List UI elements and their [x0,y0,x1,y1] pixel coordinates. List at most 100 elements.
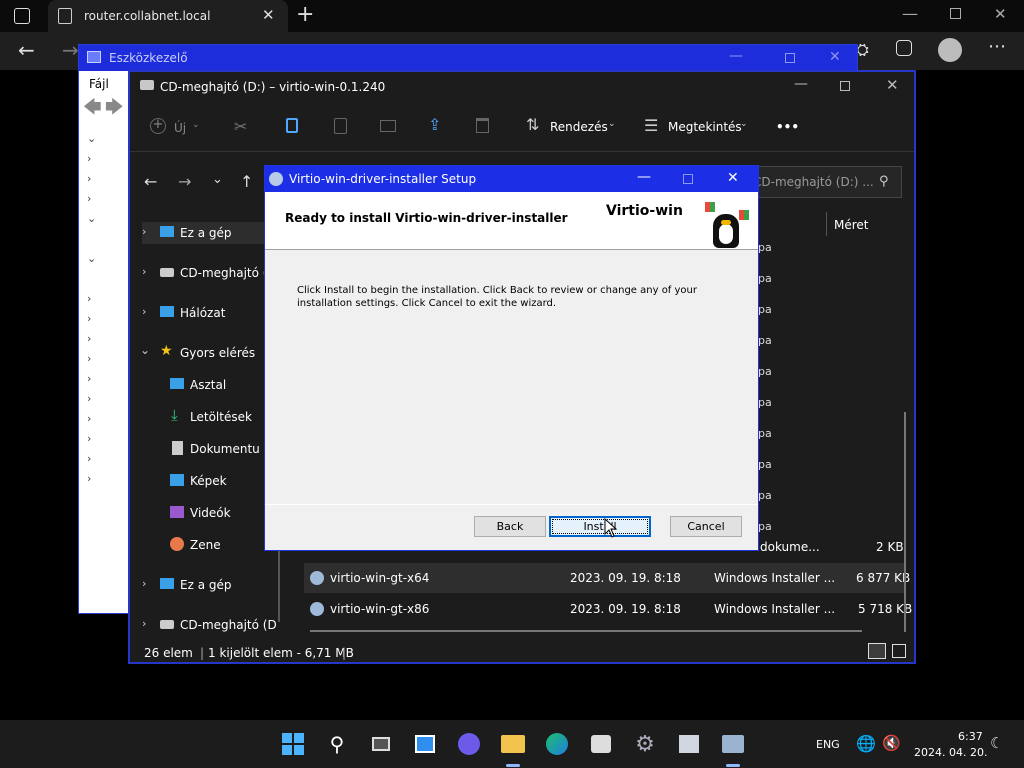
share-icon[interactable]: ⇪ [428,115,441,134]
setup-dialog[interactable]: Virtio-win-driver-installer Setup — ✕ Re… [264,165,759,551]
tree-expander-icon[interactable]: › [87,149,127,169]
menu-file[interactable]: Fájl [89,77,109,91]
minimize-icon[interactable]: — [902,4,918,23]
task-view-icon[interactable] [367,730,395,758]
column-divider[interactable] [826,212,827,236]
tree-expander-icon[interactable] [87,229,127,249]
tree-expander-icon[interactable] [87,269,127,289]
rename-icon[interactable] [380,120,396,132]
forward-arrow-icon[interactable]: → [62,38,79,62]
close-icon[interactable]: ✕ [886,76,899,94]
settings-gear-icon[interactable]: ⚙ [631,730,659,758]
search-input[interactable]: CD-meghajtó (D:) ... [753,175,874,189]
install-button[interactable]: Install [549,516,651,537]
tree-expander-icon[interactable]: ⌄ [87,249,127,269]
close-window-icon[interactable]: ✕ [994,5,1007,23]
edge-browser-icon[interactable] [543,730,571,758]
device-manager-titlebar[interactable]: Eszközkezelő — ✕ [79,45,857,71]
recent-chevron-icon[interactable]: ⌄ [212,172,223,187]
tree-expander-icon[interactable]: › [87,349,127,369]
search-icon[interactable]: ⚲ [879,174,889,189]
widgets-icon[interactable] [411,730,439,758]
installer-taskbar-icon[interactable] [719,730,747,758]
close-icon[interactable]: ✕ [727,170,739,186]
maximize-icon[interactable] [840,81,850,91]
table-row[interactable]: virtio-win-gt-x86 2023. 09. 19. 8:18 Win… [304,594,912,624]
tree-expander-icon[interactable]: ⌄ [87,129,127,149]
settings-more-icon[interactable]: ⋯ [988,36,1006,57]
up-arrow-icon[interactable]: ↑ [240,172,253,191]
cancel-button[interactable]: Cancel [670,516,742,537]
notification-moon-icon[interactable]: ☾ [990,734,1003,752]
clock-date[interactable]: 2024. 04. 20. [914,746,987,759]
tree-expander-icon[interactable]: ⌄ [87,209,127,229]
tree-expander-icon[interactable]: › [87,389,127,409]
tree-expander-icon[interactable]: › [87,409,127,429]
start-windows-icon[interactable] [279,730,307,758]
vertical-scrollbar[interactable] [904,412,906,632]
store-icon[interactable] [587,730,615,758]
paste-icon[interactable] [334,118,347,134]
clock-time[interactable]: 6:37 [958,730,983,743]
table-row[interactable]: virtio-win-gt-x64 2023. 09. 19. 8:18 Win… [304,563,910,593]
chevron-down-icon[interactable]: ⌄ [140,343,150,357]
view-icon[interactable]: ☰ [644,116,658,135]
tree-expander-icon[interactable]: › [87,309,127,329]
tree-expander-icon[interactable]: › [87,289,127,309]
cut-icon[interactable]: ✂ [234,117,247,136]
sort-button[interactable]: Rendezés [550,120,608,134]
minimize-icon[interactable]: — [637,169,651,185]
chevron-right-icon[interactable]: › [142,225,146,238]
maximize-icon[interactable] [683,174,693,184]
new-button[interactable]: Új [174,121,186,135]
search-box[interactable]: CD-meghajtó (D:) ... ⚲ [744,166,902,198]
forward-arrow-icon[interactable]: → [178,172,191,191]
back-arrow-icon[interactable]: ← [18,38,35,62]
chevron-down-icon[interactable]: ⌄ [192,120,200,130]
tiles-view-icon[interactable] [892,644,906,658]
tree-expander-icon[interactable]: › [87,369,127,389]
profile-avatar-icon[interactable] [938,38,962,62]
chevron-right-icon[interactable]: › [142,617,146,630]
new-plus-icon[interactable]: + [150,118,166,134]
back-arrow-icon[interactable]: ← [144,172,157,191]
chevron-down-icon[interactable]: ⌄ [608,119,616,129]
language-indicator[interactable]: ENG [816,738,840,751]
chevron-down-icon[interactable]: ⌄ [740,119,748,129]
restore-icon[interactable] [950,8,961,19]
chat-icon[interactable] [455,730,483,758]
new-tab-icon[interactable]: + [296,2,314,27]
tree-expander-icon[interactable]: › [87,189,127,209]
network-device-icon[interactable] [675,730,703,758]
nav-this-pc[interactable]: › Ez a gép [142,222,276,244]
view-button[interactable]: Megtekintés [668,120,742,134]
more-options-button[interactable]: ••• [776,120,799,134]
maximize-icon[interactable] [785,53,795,63]
minimize-icon[interactable]: — [794,76,808,92]
setup-titlebar[interactable]: Virtio-win-driver-installer Setup — ✕ [265,166,758,192]
back-button[interactable]: Back [474,516,546,537]
browser-tab[interactable]: router.collabnet.local ✕ [48,0,288,32]
copy-icon[interactable] [286,118,298,133]
close-tab-icon[interactable]: ✕ [262,6,275,24]
search-icon[interactable]: ⚲ [323,730,351,758]
chevron-right-icon[interactable]: › [142,265,146,278]
tree-expander-icon[interactable]: › [87,329,127,349]
tree-expander-icon[interactable]: › [87,169,127,189]
collections-icon[interactable] [896,40,912,56]
back-arrow-icon[interactable]: 🡄 [83,95,102,125]
tree-expander-icon[interactable]: › [87,449,127,469]
column-header-size[interactable]: Méret [834,218,869,232]
file-explorer-icon[interactable] [499,730,527,758]
network-status-icon[interactable]: 🌐 [856,734,876,753]
minimize-icon[interactable]: — [729,48,743,64]
tab-actions-icon[interactable] [14,8,30,24]
tree-expander-icon[interactable]: › [87,469,127,489]
forward-arrow-icon[interactable]: 🡆 [105,95,124,125]
details-view-icon[interactable] [868,643,886,659]
chevron-right-icon[interactable]: › [142,577,146,590]
delete-icon[interactable] [476,118,489,133]
horizontal-scrollbar[interactable] [310,630,862,632]
chevron-right-icon[interactable]: › [142,305,146,318]
tree-expander-icon[interactable]: › [87,429,127,449]
